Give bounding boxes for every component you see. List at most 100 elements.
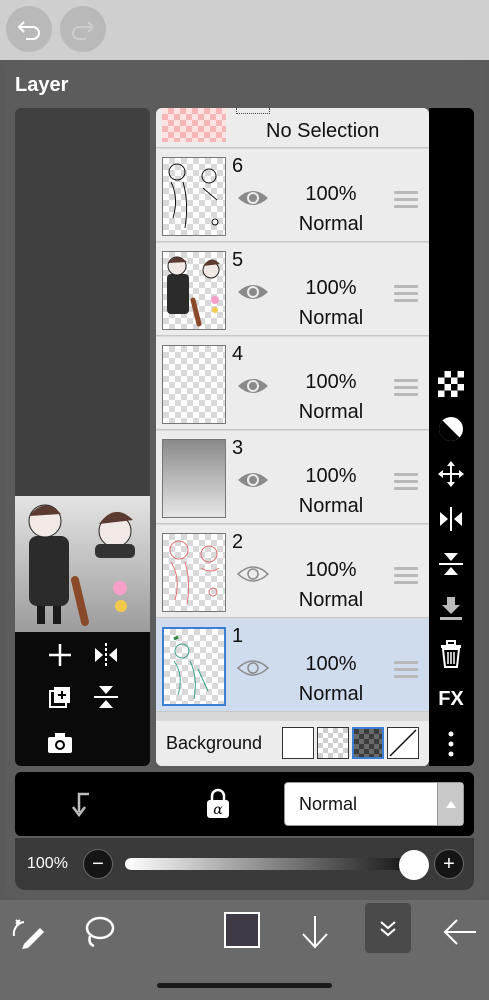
svg-text:α: α bbox=[213, 802, 223, 818]
opacity-slider[interactable] bbox=[125, 858, 415, 870]
layer-thumbnail bbox=[162, 439, 226, 518]
plus-icon: + bbox=[443, 853, 455, 875]
trash-icon bbox=[441, 640, 461, 668]
drag-handle-icon[interactable] bbox=[394, 661, 418, 679]
alpha-lock-button[interactable]: α bbox=[205, 788, 231, 825]
layer-opacity: 100% bbox=[305, 277, 357, 299]
layer-row[interactable]: 5 100% Normal bbox=[156, 243, 429, 336]
delete-layer-button[interactable] bbox=[435, 638, 467, 670]
layer-opacity: 100% bbox=[305, 465, 357, 487]
back-button[interactable] bbox=[440, 912, 480, 952]
layer-blend-mode: Normal bbox=[298, 683, 364, 705]
layer-row-selected[interactable]: 1 100% Normal bbox=[156, 619, 429, 712]
down-arrow-button[interactable] bbox=[295, 912, 335, 952]
selection-marquee-icon bbox=[236, 108, 270, 114]
chevron-up-icon bbox=[445, 801, 456, 808]
layer-number: 1 bbox=[232, 625, 244, 647]
drag-handle-icon[interactable] bbox=[394, 379, 418, 397]
layer-thumbnail bbox=[162, 345, 226, 424]
color-button[interactable] bbox=[222, 910, 262, 950]
add-layer-button[interactable] bbox=[43, 638, 77, 672]
collapse-icon bbox=[380, 921, 396, 937]
flip-vertical-icon bbox=[94, 686, 118, 708]
layer-list: No Selection 6 100% Normal 5 100% Normal bbox=[156, 108, 429, 766]
background-white-option[interactable] bbox=[282, 727, 314, 759]
opacity-increase-button[interactable]: + bbox=[434, 849, 464, 879]
background-checker-light-option[interactable] bbox=[317, 727, 349, 759]
no-selection-label: No Selection bbox=[266, 120, 380, 142]
back-arrow-icon bbox=[443, 919, 476, 945]
transform-tool-icon bbox=[12, 919, 44, 949]
adjust-button[interactable] bbox=[435, 413, 467, 445]
move-layer-button[interactable] bbox=[435, 458, 467, 490]
drag-handle-icon[interactable] bbox=[394, 567, 418, 585]
transform-tool-button[interactable] bbox=[8, 912, 48, 952]
redo-icon bbox=[72, 21, 95, 40]
home-indicator bbox=[157, 983, 332, 988]
blend-mode-select[interactable]: Normal bbox=[284, 782, 464, 826]
lasso-tool-button[interactable] bbox=[78, 912, 118, 952]
visibility-eye-icon[interactable] bbox=[236, 375, 270, 397]
background-none-option[interactable] bbox=[387, 727, 419, 759]
layer-thumbnail bbox=[162, 251, 226, 330]
contrast-icon bbox=[438, 417, 463, 442]
layer-number: 6 bbox=[232, 155, 244, 177]
fx-button[interactable]: FX bbox=[435, 683, 467, 715]
drag-handle-icon[interactable] bbox=[394, 191, 418, 209]
minus-icon: − bbox=[92, 853, 104, 875]
layer-blend-mode: Normal bbox=[298, 495, 364, 517]
opacity-value: 100% bbox=[27, 855, 68, 872]
opacity-slider-handle[interactable] bbox=[399, 850, 429, 880]
layer-row[interactable]: 2 100% Normal bbox=[156, 525, 429, 618]
layer-preview-column bbox=[15, 108, 150, 766]
layer-opacity: 100% bbox=[305, 371, 357, 393]
visibility-eye-icon[interactable] bbox=[236, 281, 270, 303]
layer-row[interactable]: 6 100% Normal bbox=[156, 149, 429, 242]
clipping-icon bbox=[72, 792, 89, 818]
layer-thumbnail bbox=[162, 157, 226, 236]
drag-handle-icon[interactable] bbox=[394, 285, 418, 303]
canvas-preview[interactable] bbox=[15, 496, 150, 632]
camera-icon bbox=[48, 733, 72, 753]
down-arrow-icon bbox=[302, 916, 328, 949]
collapse-panel-button[interactable] bbox=[365, 903, 411, 953]
merge-down-button[interactable] bbox=[435, 593, 467, 625]
blend-mode-arrow[interactable] bbox=[437, 783, 463, 825]
more-icon bbox=[448, 731, 454, 757]
checker-icon bbox=[438, 371, 464, 397]
blend-bar: α Normal bbox=[15, 772, 474, 836]
visibility-eye-icon[interactable] bbox=[236, 563, 270, 585]
more-options-button[interactable] bbox=[435, 728, 467, 760]
add-layer-icon bbox=[49, 644, 71, 666]
import-photo-button[interactable] bbox=[43, 726, 77, 760]
flip-horizontal-button[interactable] bbox=[435, 503, 467, 535]
opacity-decrease-button[interactable]: − bbox=[83, 849, 113, 879]
clipping-button[interactable] bbox=[67, 790, 93, 823]
layer-blend-mode: Normal bbox=[298, 307, 364, 329]
flip-horizontal-icon bbox=[95, 643, 117, 667]
visibility-eye-icon[interactable] bbox=[236, 469, 270, 491]
selection-layer-row[interactable]: No Selection bbox=[156, 108, 429, 148]
transparency-button[interactable] bbox=[435, 368, 467, 400]
drag-handle-icon[interactable] bbox=[394, 473, 418, 491]
visibility-eye-icon[interactable] bbox=[236, 187, 270, 209]
duplicate-layer-button[interactable] bbox=[43, 680, 77, 714]
flip-layer-vertical-button[interactable] bbox=[89, 680, 123, 714]
undo-button[interactable] bbox=[6, 6, 52, 52]
visibility-eye-icon[interactable] bbox=[236, 657, 270, 679]
color-swatch bbox=[224, 912, 260, 948]
layer-number: 4 bbox=[232, 343, 244, 365]
layer-number: 3 bbox=[232, 437, 244, 459]
lasso-icon bbox=[85, 916, 115, 948]
move-icon bbox=[438, 461, 464, 487]
layer-opacity: 100% bbox=[305, 653, 357, 675]
redo-button[interactable] bbox=[60, 6, 106, 52]
background-checker-dark-option[interactable] bbox=[352, 727, 384, 759]
flip-layer-horizontal-button[interactable] bbox=[89, 638, 123, 672]
opacity-bar: 100% − + bbox=[15, 838, 474, 890]
merge-down-icon bbox=[440, 597, 462, 620]
layer-row[interactable]: 4 100% Normal bbox=[156, 337, 429, 430]
layer-row[interactable]: 3 100% Normal bbox=[156, 431, 429, 524]
flip-vertical-button[interactable] bbox=[435, 548, 467, 580]
layer-number: 5 bbox=[232, 249, 244, 271]
